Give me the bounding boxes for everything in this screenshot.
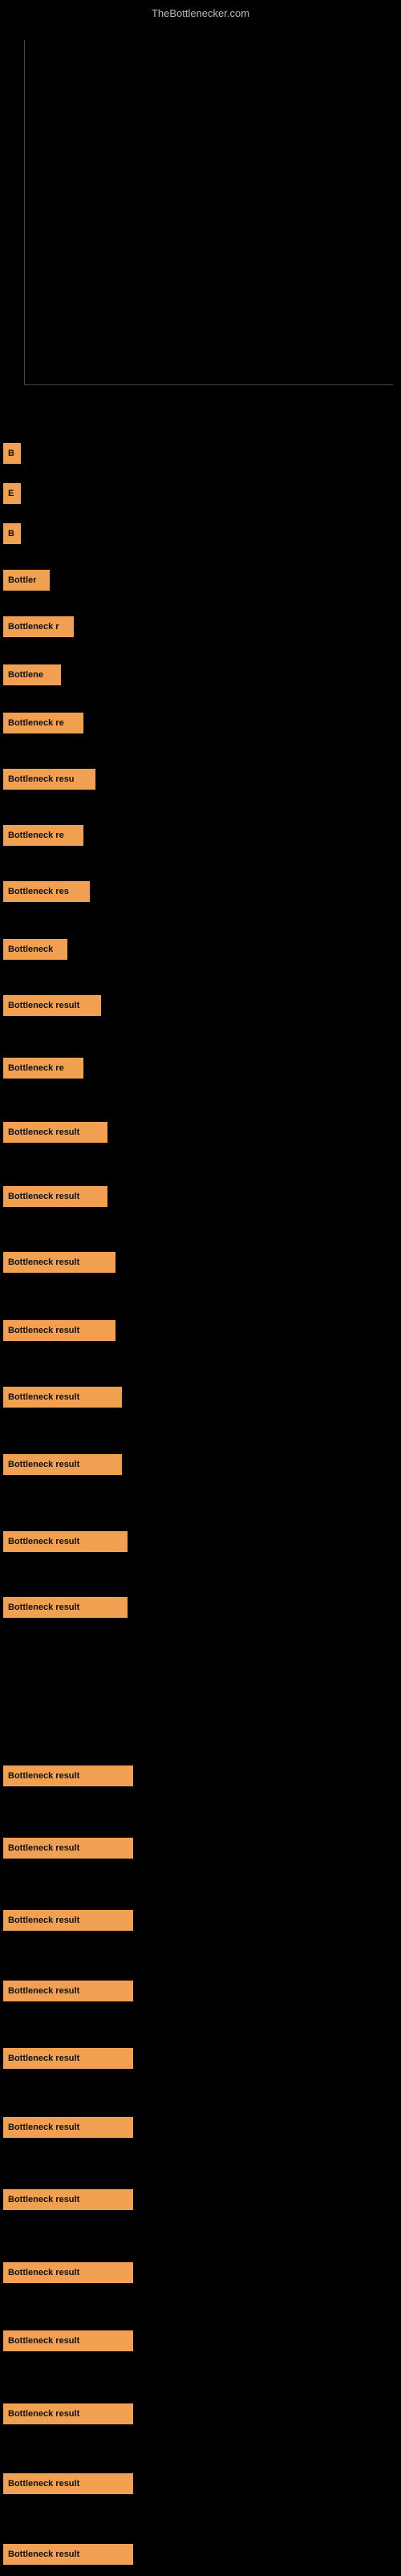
result-box-5: Bottleneck r (3, 616, 74, 637)
result-box-30: Bottleneck result (3, 2330, 133, 2351)
result-box-8: Bottleneck resu (3, 769, 95, 790)
result-item-17: Bottleneck result (3, 1320, 115, 1341)
result-box-27: Bottleneck result (3, 2117, 133, 2138)
result-box-2: E (3, 483, 21, 504)
result-box-15: Bottleneck result (3, 1186, 107, 1207)
result-box-31: Bottleneck result (3, 2403, 133, 2424)
result-box-3: B (3, 523, 21, 544)
site-header: TheBottlenecker.com (0, 0, 401, 24)
result-item-4: Bottler (3, 570, 50, 591)
result-box-21: Bottleneck result (3, 1597, 128, 1618)
result-item-12: Bottleneck result (3, 995, 101, 1016)
result-box-11: Bottleneck (3, 939, 67, 960)
result-box-9: Bottleneck re (3, 825, 83, 846)
result-item-19: Bottleneck result (3, 1454, 122, 1475)
result-box-13: Bottleneck re (3, 1058, 83, 1079)
site-title: TheBottlenecker.com (152, 7, 249, 19)
result-item-33: Bottleneck result (3, 2544, 133, 2565)
result-item-5: Bottleneck r (3, 616, 74, 637)
result-box-25: Bottleneck result (3, 1981, 133, 2001)
result-item-11: Bottleneck (3, 939, 67, 960)
result-box-23: Bottleneck result (3, 1838, 133, 1859)
result-item-6: Bottlene (3, 664, 61, 685)
result-item-16: Bottleneck result (3, 1252, 115, 1273)
result-item-28: Bottleneck result (3, 2189, 133, 2210)
result-item-2: E (3, 483, 21, 504)
result-box-22: Bottleneck result (3, 1765, 133, 1786)
result-box-12: Bottleneck result (3, 995, 101, 1016)
result-item-20: Bottleneck result (3, 1531, 128, 1552)
result-item-18: Bottleneck result (3, 1387, 122, 1408)
result-item-32: Bottleneck result (3, 2473, 133, 2494)
results-container: B E B Bottler Bottleneck r Bottlene Bott… (0, 409, 401, 2576)
result-item-30: Bottleneck result (3, 2330, 133, 2351)
result-item-26: Bottleneck result (3, 2048, 133, 2069)
result-item-9: Bottleneck re (3, 825, 83, 846)
result-box-28: Bottleneck result (3, 2189, 133, 2210)
result-box-6: Bottlene (3, 664, 61, 685)
result-item-31: Bottleneck result (3, 2403, 133, 2424)
result-item-13: Bottleneck re (3, 1058, 83, 1079)
result-box-10: Bottleneck res (3, 881, 90, 902)
result-box-32: Bottleneck result (3, 2473, 133, 2494)
result-box-33: Bottleneck result (3, 2544, 133, 2565)
result-item-27: Bottleneck result (3, 2117, 133, 2138)
result-item-23: Bottleneck result (3, 1838, 133, 1859)
result-item-15: Bottleneck result (3, 1186, 107, 1207)
result-item-24: Bottleneck result (3, 1910, 133, 1931)
chart-area (0, 24, 401, 409)
result-box-7: Bottleneck re (3, 713, 83, 733)
result-box-19: Bottleneck result (3, 1454, 122, 1475)
result-box-26: Bottleneck result (3, 2048, 133, 2069)
result-box-14: Bottleneck result (3, 1122, 107, 1143)
result-item-1: B (3, 443, 21, 464)
result-item-29: Bottleneck result (3, 2262, 133, 2283)
result-item-25: Bottleneck result (3, 1981, 133, 2001)
result-item-21: Bottleneck result (3, 1597, 128, 1618)
result-item-7: Bottleneck re (3, 713, 83, 733)
result-box-4: Bottler (3, 570, 50, 591)
result-item-10: Bottleneck res (3, 881, 90, 902)
result-box-24: Bottleneck result (3, 1910, 133, 1931)
result-box-20: Bottleneck result (3, 1531, 128, 1552)
result-box-18: Bottleneck result (3, 1387, 122, 1408)
result-item-14: Bottleneck result (3, 1122, 107, 1143)
result-box-16: Bottleneck result (3, 1252, 115, 1273)
result-box-1: B (3, 443, 21, 464)
result-box-29: Bottleneck result (3, 2262, 133, 2283)
result-box-17: Bottleneck result (3, 1320, 115, 1341)
result-item-8: Bottleneck resu (3, 769, 95, 790)
result-item-22: Bottleneck result (3, 1765, 133, 1786)
result-item-3: B (3, 523, 21, 544)
